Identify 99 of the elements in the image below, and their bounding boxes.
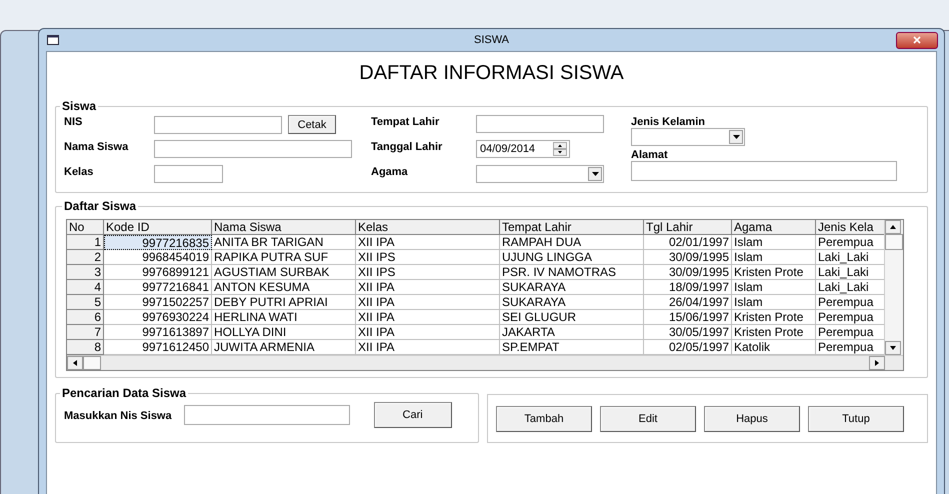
table-cell: Kristen Prote <box>732 265 816 280</box>
table-cell: RAPIKA PUTRA SUF <box>212 250 356 265</box>
dropdown-arrow-icon <box>732 135 740 139</box>
table-cell: Islam <box>732 235 816 250</box>
table-cell: ANTON KESUMA <box>212 280 356 295</box>
scroll-right-icon[interactable] <box>869 356 885 370</box>
row-number: 8 <box>67 340 104 355</box>
table-cell: 9971502257 <box>104 295 212 310</box>
print-button[interactable]: Cetak <box>288 115 336 134</box>
table-cell: Islam <box>732 295 816 310</box>
row-number: 1 <box>67 235 104 250</box>
field-label: Masukkan Nis Siswa <box>64 408 172 422</box>
close-icon <box>913 36 921 44</box>
table-cell: XII IPA <box>356 310 500 325</box>
field-label: NIS <box>64 115 84 128</box>
row-number: 5 <box>67 295 104 310</box>
column-header[interactable]: Kode ID <box>104 220 212 235</box>
scroll-up-icon[interactable] <box>885 220 902 234</box>
search-field[interactable] <box>184 405 350 425</box>
field-label: Jenis Kelamin <box>631 115 705 128</box>
table-cell: 9977216835 <box>104 235 212 250</box>
table-cell: XII IPA <box>356 295 500 310</box>
table-cell: SUKARAYA <box>500 280 644 295</box>
column-header[interactable]: Nama Siswa <box>212 220 356 235</box>
table-cell: 9977216841 <box>104 280 212 295</box>
table-cell: 02/01/1997 <box>644 235 732 250</box>
dropdown-arrow-icon <box>592 172 598 176</box>
column-header[interactable]: Jenis Kela <box>816 220 884 235</box>
table-cell: Kristen Prote <box>732 325 816 340</box>
table-cell: 30/09/1995 <box>644 250 732 265</box>
table-cell: Kristen Prote <box>732 310 816 325</box>
table-cell: XII IPS <box>356 265 500 280</box>
table-cell: 9968454019 <box>104 250 212 265</box>
column-header[interactable]: Tgl Lahir <box>644 220 732 235</box>
text-field[interactable] <box>476 115 604 133</box>
row-number: 7 <box>67 325 104 340</box>
action-button[interactable]: Tambah <box>496 406 592 432</box>
field-label: Tempat Lahir <box>371 115 440 128</box>
action-button[interactable]: Edit <box>600 406 696 432</box>
group-title: Pencarian Data Siswa <box>61 386 188 400</box>
close-button[interactable] <box>896 32 938 48</box>
table-cell: HOLLYA DINI <box>212 325 356 340</box>
table-cell: JAKARTA <box>500 325 644 340</box>
column-header[interactable]: No <box>67 220 104 235</box>
field-label: Tanggal Lahir <box>371 140 444 153</box>
table-cell: 9976899121 <box>104 265 212 280</box>
action-button[interactable]: Hapus <box>704 406 800 432</box>
form-heading: DAFTAR INFORMASI SISWA <box>358 62 625 85</box>
scroll-left-icon[interactable] <box>67 356 83 370</box>
group-title: Siswa <box>61 99 98 113</box>
column-header[interactable]: Tempat Lahir <box>500 220 644 235</box>
table-cell: Islam <box>732 280 816 295</box>
table-cell: 18/09/1997 <box>644 280 732 295</box>
spinner-icon[interactable] <box>553 142 567 156</box>
text-field[interactable] <box>154 165 223 183</box>
column-header[interactable]: Kelas <box>356 220 500 235</box>
field-label: Kelas <box>64 165 94 178</box>
text-field[interactable] <box>154 116 282 134</box>
row-number: 2 <box>67 250 104 265</box>
table-cell: XII IPA <box>356 325 500 340</box>
table-cell: 15/06/1997 <box>644 310 732 325</box>
table-cell: UJUNG LINGGA <box>500 250 644 265</box>
row-number: 6 <box>67 310 104 325</box>
row-number: 3 <box>67 265 104 280</box>
scroll-down-icon[interactable] <box>885 341 902 355</box>
table-cell: 9971613897 <box>104 325 212 340</box>
table-cell: PSR. IV NAMOTRAS <box>500 265 644 280</box>
table-cell: AGUSTIAM SURBAK <box>212 265 356 280</box>
date-field[interactable]: 04/09/2014 <box>476 140 570 158</box>
table-cell: 30/09/1995 <box>644 265 732 280</box>
table-cell: XII IPA <box>356 280 500 295</box>
table-cell: SEI GLUGUR <box>500 310 644 325</box>
search-button[interactable]: Cari <box>374 402 452 428</box>
dropdown-field[interactable] <box>476 165 604 183</box>
text-field[interactable] <box>154 140 352 158</box>
table-cell: 30/05/1997 <box>644 325 732 340</box>
action-button[interactable]: Tutup <box>808 406 904 432</box>
field-label: Nama Siswa <box>64 140 130 153</box>
dropdown-field[interactable] <box>631 128 745 146</box>
scrollbar-thumb[interactable] <box>885 234 903 250</box>
table-cell: Islam <box>732 250 816 265</box>
table-cell: SUKARAYA <box>500 295 644 310</box>
table-cell: XII IPS <box>356 250 500 265</box>
group-title: Daftar Siswa <box>63 199 138 213</box>
field-label: Alamat <box>631 148 668 161</box>
window-title: SISWA <box>474 34 510 46</box>
row-number: 4 <box>67 280 104 295</box>
scrollbar-thumb[interactable] <box>83 356 101 370</box>
text-field[interactable] <box>631 161 897 181</box>
table-cell: DEBY PUTRI APRIAI <box>212 295 356 310</box>
table-cell: XII IPA <box>356 235 500 250</box>
table-cell: ANITA BR TARIGAN <box>212 235 356 250</box>
table-cell: HERLINA WATI <box>212 310 356 325</box>
table-cell: 26/04/1997 <box>644 295 732 310</box>
column-header[interactable]: Agama <box>732 220 816 235</box>
field-label: Agama <box>371 165 409 178</box>
table-cell: 9976930224 <box>104 310 212 325</box>
table-cell: RAMPAH DUA <box>500 235 644 250</box>
window-icon <box>47 35 59 45</box>
